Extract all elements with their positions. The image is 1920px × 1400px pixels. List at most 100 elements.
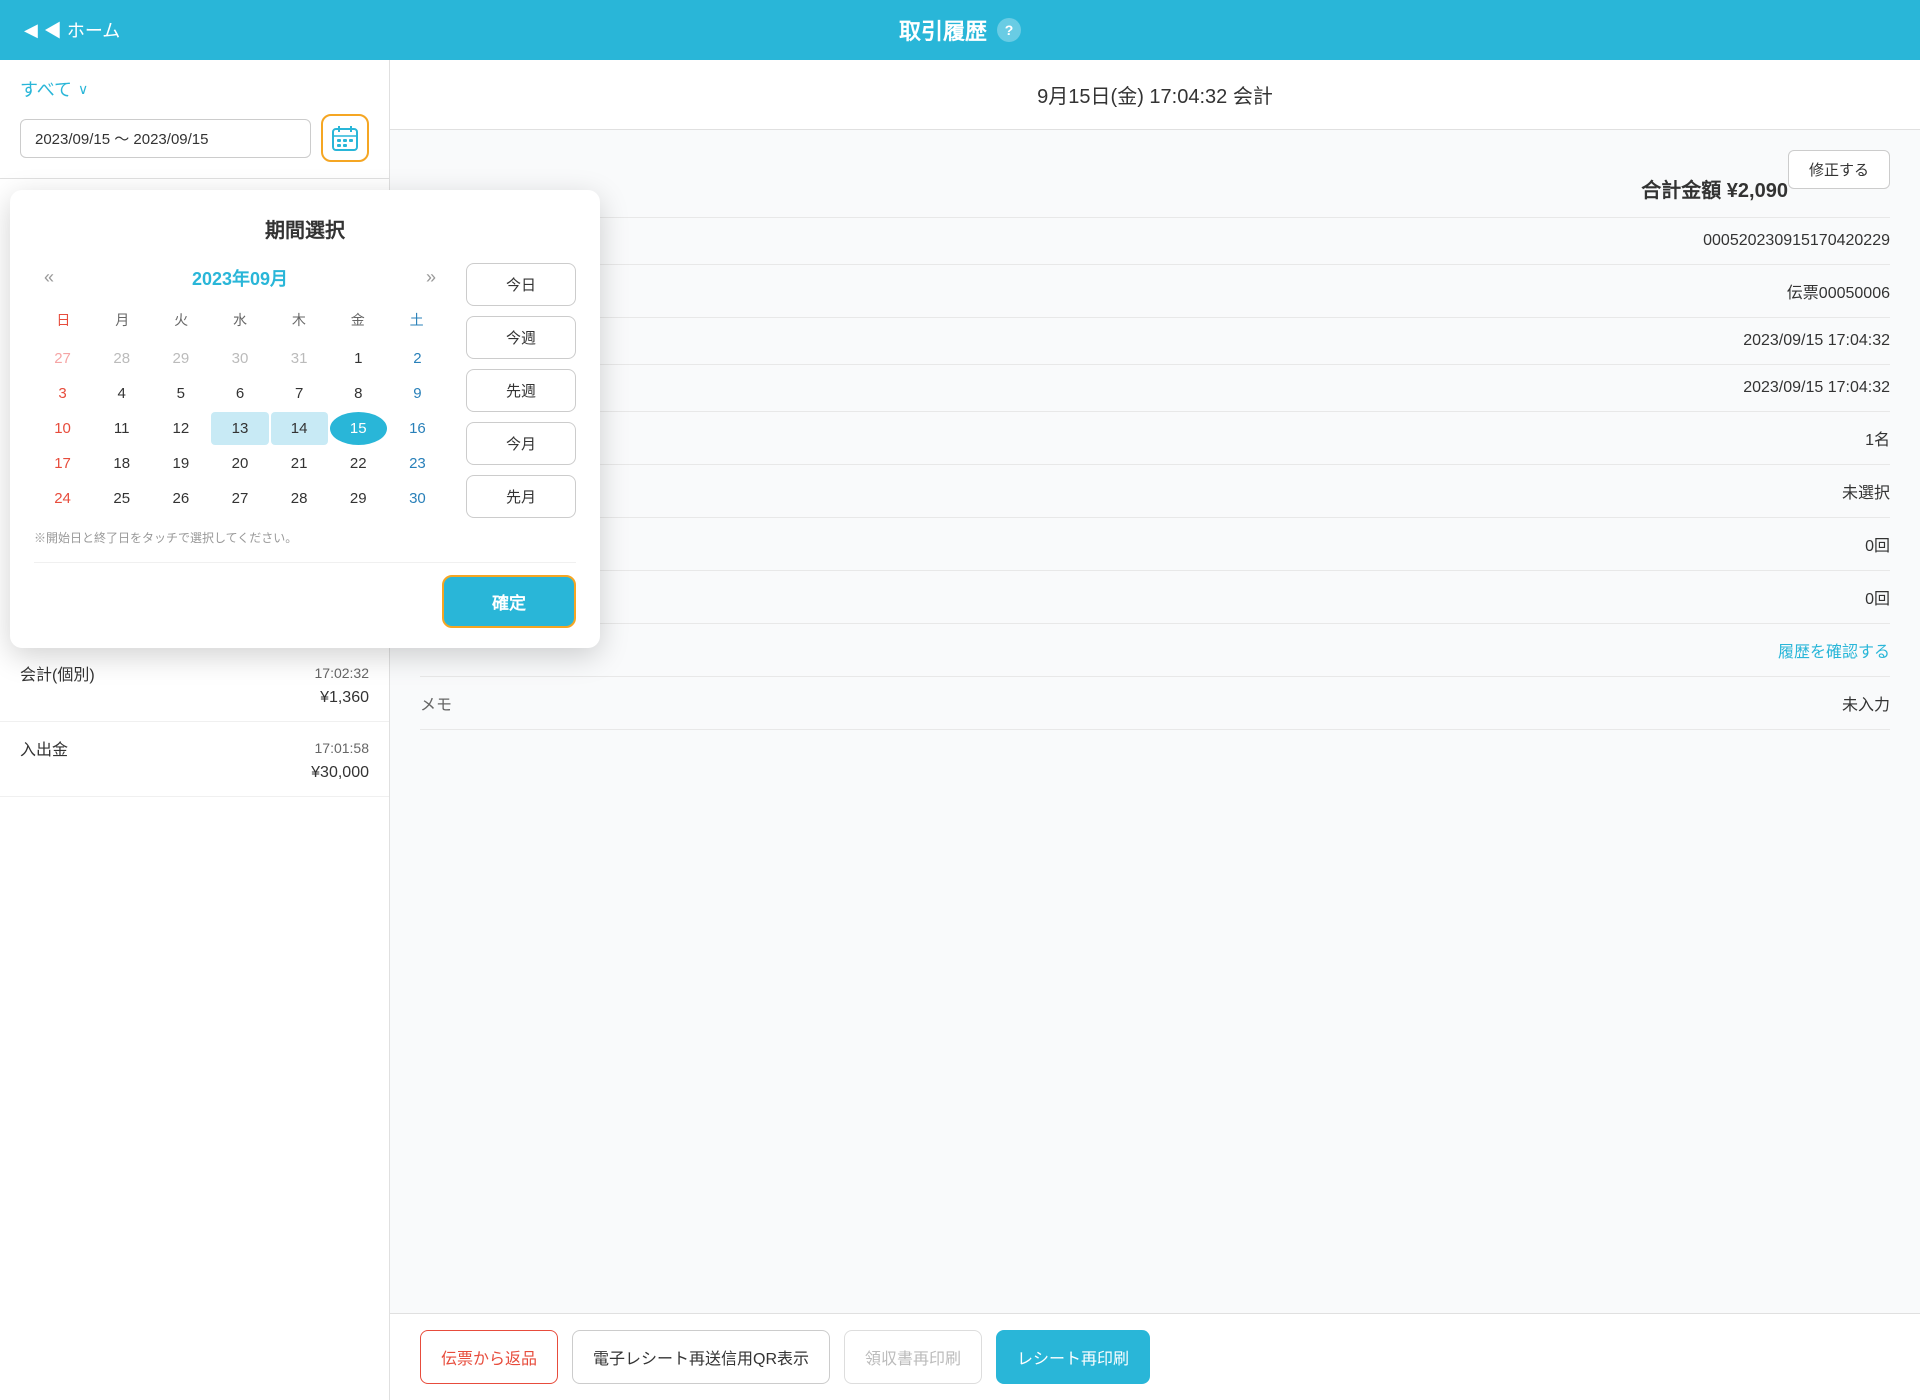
calendar-day[interactable]: 11	[93, 412, 150, 445]
weekdays-row: 日 月 火 水 木 金 土	[34, 306, 446, 334]
calendar-day[interactable]: 15	[330, 412, 387, 445]
detail-row: 2023/09/15 17:04:32	[420, 365, 1890, 412]
today-button[interactable]: 今日	[466, 263, 576, 306]
confirm-button[interactable]: 確定	[442, 575, 576, 628]
page-title: 取引履歴 ?	[899, 14, 1021, 46]
detail-row: 00052023091517042022​9	[420, 218, 1890, 265]
calendar-day[interactable]: 20	[211, 447, 268, 480]
bottom-actions: 伝票から返品 電子レシート再送信用QR表示 領収書再印刷 レシート再印刷	[390, 1313, 1920, 1400]
list-item[interactable]: 会計(個別) 17:02:32 ¥1,360	[0, 647, 389, 722]
calendar-day[interactable]: 9	[389, 377, 446, 410]
calendar-day[interactable]: 28	[271, 482, 328, 515]
calendar-icon-button[interactable]	[321, 114, 369, 162]
calendar-day[interactable]: 29	[330, 482, 387, 515]
this-week-button[interactable]: 今週	[466, 316, 576, 359]
filter-dropdown[interactable]: すべて ∨	[20, 76, 369, 102]
calendar-day[interactable]: 23	[389, 447, 446, 480]
transaction-time: 17:02:32	[315, 665, 370, 681]
prev-month-button[interactable]: «	[34, 263, 64, 292]
calendar-day[interactable]: 7	[271, 377, 328, 410]
calendar-day[interactable]: 27	[34, 342, 91, 375]
calendar-day[interactable]: 4	[93, 377, 150, 410]
transaction-date-title: 9月15日(金) 17:04:32 会計	[420, 80, 1890, 109]
receipt-reprint-button: 領収書再印刷	[844, 1330, 982, 1384]
qr-display-button[interactable]: 電子レシート再送信用QR表示	[572, 1330, 830, 1384]
calendar-day[interactable]: 16	[389, 412, 446, 445]
last-week-button[interactable]: 先週	[466, 369, 576, 412]
calendar-day[interactable]: 29	[152, 342, 209, 375]
calendar-day[interactable]: 2	[389, 342, 446, 375]
calendar-day[interactable]: 30	[211, 342, 268, 375]
transaction-type: 会計(個別)	[20, 661, 95, 685]
header: ◀ ◀ ホーム 取引履歴 ?	[0, 0, 1920, 60]
back-icon: ◀	[24, 20, 38, 41]
calendar-day[interactable]: 14	[271, 412, 328, 445]
weekday-sat: 土	[387, 306, 446, 334]
calendar-days: 2728293031123456789101112131415161718192…	[34, 342, 446, 515]
calendar-day[interactable]: 6	[211, 377, 268, 410]
detail-row: 2023/09/15 17:04:32	[420, 318, 1890, 365]
detail-row: 数 0回	[420, 518, 1890, 571]
quick-buttons: 今日 今週 先週 今月 先月	[466, 263, 576, 546]
back-label[interactable]: ◀ ホーム	[44, 17, 120, 43]
calendar-day[interactable]: 10	[34, 412, 91, 445]
calendar-day[interactable]: 1	[330, 342, 387, 375]
right-header: 9月15日(金) 17:04:32 会計	[390, 60, 1920, 130]
filter-label-text: すべて	[20, 76, 72, 102]
calendar-day[interactable]: 28	[93, 342, 150, 375]
next-month-button[interactable]: »	[416, 263, 446, 292]
calendar-day[interactable]: 3	[34, 377, 91, 410]
transaction-type: 入出金	[20, 736, 68, 760]
calendar-day[interactable]: 18	[93, 447, 150, 480]
transaction-time: 17:01:58	[315, 740, 370, 756]
weekday-wed: 水	[211, 306, 270, 334]
receipt-reissue-button[interactable]: レシート再印刷	[996, 1330, 1150, 1384]
this-month-button[interactable]: 今月	[466, 422, 576, 465]
calendar-day[interactable]: 24	[34, 482, 91, 515]
weekday-fri: 金	[328, 306, 387, 334]
detail-row: 履歴を確認する	[420, 624, 1890, 677]
calendar-day[interactable]: 5	[152, 377, 209, 410]
calendar-day[interactable]: 8	[330, 377, 387, 410]
transaction-amount: ¥30,000	[20, 764, 369, 782]
calendar-day[interactable]: 21	[271, 447, 328, 480]
last-month-button[interactable]: 先月	[466, 475, 576, 518]
calendar-day[interactable]: 31	[271, 342, 328, 375]
filter-section: すべて ∨	[0, 60, 389, 179]
return-from-slip-button[interactable]: 伝票から返品	[420, 1330, 558, 1384]
sidebar: すべて ∨	[0, 60, 390, 1400]
transaction-list: 会計(個別) 17:02:32 ¥1,360 入出金 17:01:58 ¥30,…	[0, 639, 389, 1400]
calendar-area: « 2023年09月 » 日 月 火 水 木 金 土 272829303	[34, 263, 576, 546]
calendar-day[interactable]: 13	[211, 412, 268, 445]
detail-row: 未選択	[420, 465, 1890, 518]
calendar-day[interactable]: 30	[389, 482, 446, 515]
edit-button[interactable]: 修正する	[1788, 150, 1890, 189]
calendar-day[interactable]: 22	[330, 447, 387, 480]
list-item[interactable]: 入出金 17:01:58 ¥30,000	[0, 722, 389, 797]
right-content: 修正する 合計金額 ¥2,090 00052023091517042022​9 …	[390, 130, 1920, 1313]
weekday-mon: 月	[93, 306, 152, 334]
detail-row: 伝票00050006	[420, 265, 1890, 318]
total-amount: 合計金額 ¥2,090	[420, 160, 1890, 218]
calendar-day[interactable]: 12	[152, 412, 209, 445]
calendar-day[interactable]: 27	[211, 482, 268, 515]
calendar-day[interactable]: 25	[93, 482, 150, 515]
transaction-item-header: 入出金 17:01:58	[20, 736, 369, 760]
popup-title: 期間選択	[34, 214, 576, 243]
detail-row: 1名	[420, 412, 1890, 465]
date-range-input[interactable]	[20, 119, 311, 158]
back-button[interactable]: ◀ ◀ ホーム	[24, 17, 120, 43]
calendar-hint: ※開始日と終了日をタッチで選択してください。	[34, 529, 446, 546]
transaction-item-header: 会計(個別) 17:02:32	[20, 661, 369, 685]
month-label: 2023年09月	[192, 265, 288, 291]
calendar-day[interactable]: 19	[152, 447, 209, 480]
detail-row: 0回	[420, 571, 1890, 624]
popup-footer: 確定	[34, 562, 576, 628]
history-link[interactable]: 履歴を確認する	[1778, 638, 1890, 662]
main-layout: すべて ∨	[0, 60, 1920, 1400]
help-button[interactable]: ?	[997, 18, 1021, 42]
cal-nav: « 2023年09月 »	[34, 263, 446, 292]
calendar-day[interactable]: 17	[34, 447, 91, 480]
calendar-popup: 期間選択 « 2023年09月 » 日 月 火 水 木 金	[10, 190, 600, 648]
calendar-day[interactable]: 26	[152, 482, 209, 515]
